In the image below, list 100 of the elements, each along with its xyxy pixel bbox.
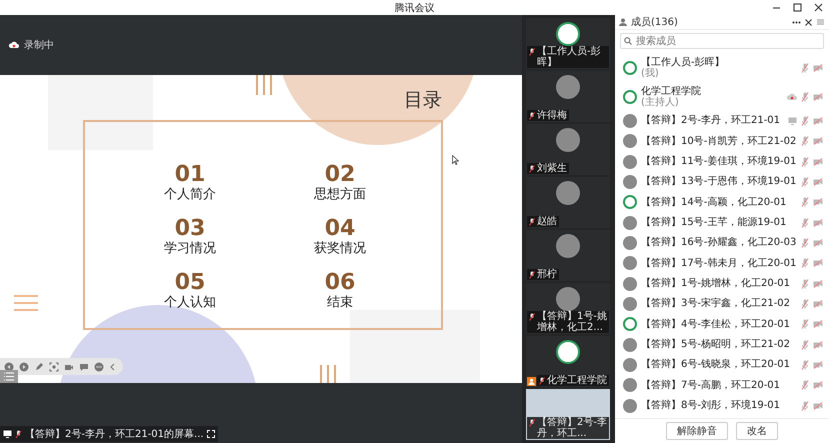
avatar-placeholder [623,174,637,189]
mic-muted-icon[interactable] [801,380,809,390]
camera-off-icon[interactable] [813,360,823,369]
camera-off-icon[interactable] [813,64,823,72]
video-tile[interactable]: 许得梅 [526,71,610,122]
search-field[interactable]: 搜索成员 [620,33,824,49]
mic-muted-icon[interactable] [801,258,809,268]
mic-muted-icon[interactable] [801,136,809,146]
close-icon[interactable] [805,18,812,26]
member-row[interactable]: 【答辩】15号-王芊，能源19-01 [615,216,829,230]
participant-name: 【答辩】1号-姚增林，化工2... [527,311,609,333]
stripes-icon [14,295,38,311]
camera-off-icon[interactable] [813,340,823,349]
mic-muted-icon[interactable] [801,298,809,309]
member-name: 【答辩】1号-姚增林，化工20-01 [641,278,792,290]
panel-button[interactable]: 改名 [736,422,778,440]
video-tile[interactable]: 邢柠 [526,230,610,281]
camera-off-icon[interactable] [813,320,823,328]
video-tile[interactable]: 【工作人员-彭晖】 [526,18,610,69]
video-tile[interactable]: 化学工程学院 [526,336,610,387]
camera-off-icon[interactable] [813,238,823,247]
video-tile[interactable]: 赵皓 [526,177,610,228]
member-row[interactable]: 【答辩】8号-刘彤，环境19-01 [615,398,829,413]
member-role: (我) [641,68,660,80]
menu-icon[interactable] [816,18,825,26]
member-row[interactable]: 【答辩】11号-姜佳琪，环境19-01 [615,154,829,169]
camera-off-icon[interactable] [813,300,823,308]
camera-off-icon[interactable] [813,198,823,206]
mic-muted-icon[interactable] [801,319,809,330]
member-row[interactable]: 【答辩】4号-李佳松，环工20-01 [615,317,829,332]
mic-muted-icon[interactable] [801,218,809,228]
camera-off-icon[interactable] [813,259,823,268]
member-name: 【答辩】10号-肖凯芳，环工21-02 [641,136,797,147]
avatar-placeholder [623,114,637,128]
video-placeholder[interactable]: 【答辩】2号-李丹，环工... [526,389,610,440]
member-row[interactable]: 【答辩】10号-肖凯芳，环工21-02 [615,134,829,148]
logo-avatar [556,22,580,46]
video-tile[interactable]: 刘紫生 [526,124,610,175]
fullscreen-icon[interactable] [206,430,215,438]
mic-muted-icon[interactable] [801,400,809,411]
member-row[interactable]: 【答辩】17号-韩未月，化工20-01 [615,256,829,270]
next-icon[interactable] [19,362,29,372]
camera-off-icon[interactable] [813,92,823,101]
mic-muted-icon[interactable] [801,238,809,248]
panel-button[interactable]: 解除静音 [666,422,728,440]
chat-icon[interactable] [79,362,89,372]
camera-off-icon[interactable] [813,137,823,146]
member-row[interactable]: 【答辩】1号-姚增林，化工20-01 [615,276,829,291]
stripes-icon [320,365,336,383]
mic-muted-icon[interactable] [801,278,809,289]
camera-off-icon[interactable] [813,116,823,125]
video-tile[interactable]: 【答辩】1号-姚增林，化工2... [526,283,610,334]
member-row[interactable]: 【答辩】6号-钱晓泉，环工20-01 [615,358,829,372]
mic-muted-icon[interactable] [801,63,809,74]
cursor-icon [452,155,459,165]
mic-muted-icon[interactable] [801,92,809,102]
member-row[interactable]: 【答辩】5号-杨昭明，环工21-02 [615,338,829,352]
more-icon[interactable] [792,20,801,24]
collapse-icon[interactable] [109,362,117,372]
member-row[interactable]: 【答辩】3号-宋宇鑫，化工21-02 [615,296,829,311]
slide-title: 目录 [404,88,442,113]
member-row[interactable]: 化学工程学院 (主持人) [615,86,829,108]
camera-off-icon[interactable] [813,158,823,166]
presenter-name: 【答辩】2号-李丹，环工21-01的屏幕... [25,428,204,441]
member-name: 【答辩】8号-刘彤，环境19-01 [641,400,782,412]
participant-name: 邢柠 [527,269,559,280]
logo-avatar [623,317,637,332]
camera-off-icon[interactable] [813,218,823,227]
avatar-placeholder [623,296,637,311]
pen-icon[interactable] [34,362,44,372]
member-row[interactable]: 【答辩】14号-高颖，化工20-01 [615,195,829,210]
avatar-placeholder [623,338,637,352]
screenshot-icon[interactable] [49,362,59,372]
maximize-icon[interactable] [793,3,802,12]
item-label: 个人简介 [164,187,216,203]
camera-off-icon[interactable] [813,178,823,186]
mic-muted-icon[interactable] [801,156,809,167]
mic-muted-icon[interactable] [801,197,809,208]
camera-off-icon[interactable] [813,280,823,288]
member-row[interactable]: 【工作人员-彭晖】 (我) [615,57,829,80]
member-name: 【答辩】4号-李佳松，环工20-01 [641,318,792,330]
logo-avatar [623,61,637,76]
mic-muted-icon[interactable] [801,116,809,126]
search-icon [624,37,632,45]
member-name: 【工作人员-彭晖】 [641,57,726,68]
screen-icon [3,430,12,438]
window-title: 腾讯会议 [394,2,434,14]
mic-muted-icon[interactable] [801,340,809,350]
member-row[interactable]: 【答辩】2号-李丹，环工21-01 [615,114,829,128]
list-icon[interactable] [0,370,18,383]
item-label: 结束 [327,295,353,311]
avatar-placeholder [623,378,637,392]
camera-off-icon[interactable] [813,402,823,410]
member-row[interactable]: 【答辩】7号-高鹏，环工20-01 [615,378,829,392]
close-icon[interactable] [814,3,823,12]
member-row[interactable]: 【答辩】13号-于恩伟，环境19-01 [615,174,829,189]
camera-off-icon[interactable] [813,381,823,390]
mic-muted-icon[interactable] [801,360,809,370]
member-row[interactable]: 【答辩】16号-孙耀鑫，化工20-03 [615,236,829,250]
mic-muted-icon[interactable] [801,176,809,187]
